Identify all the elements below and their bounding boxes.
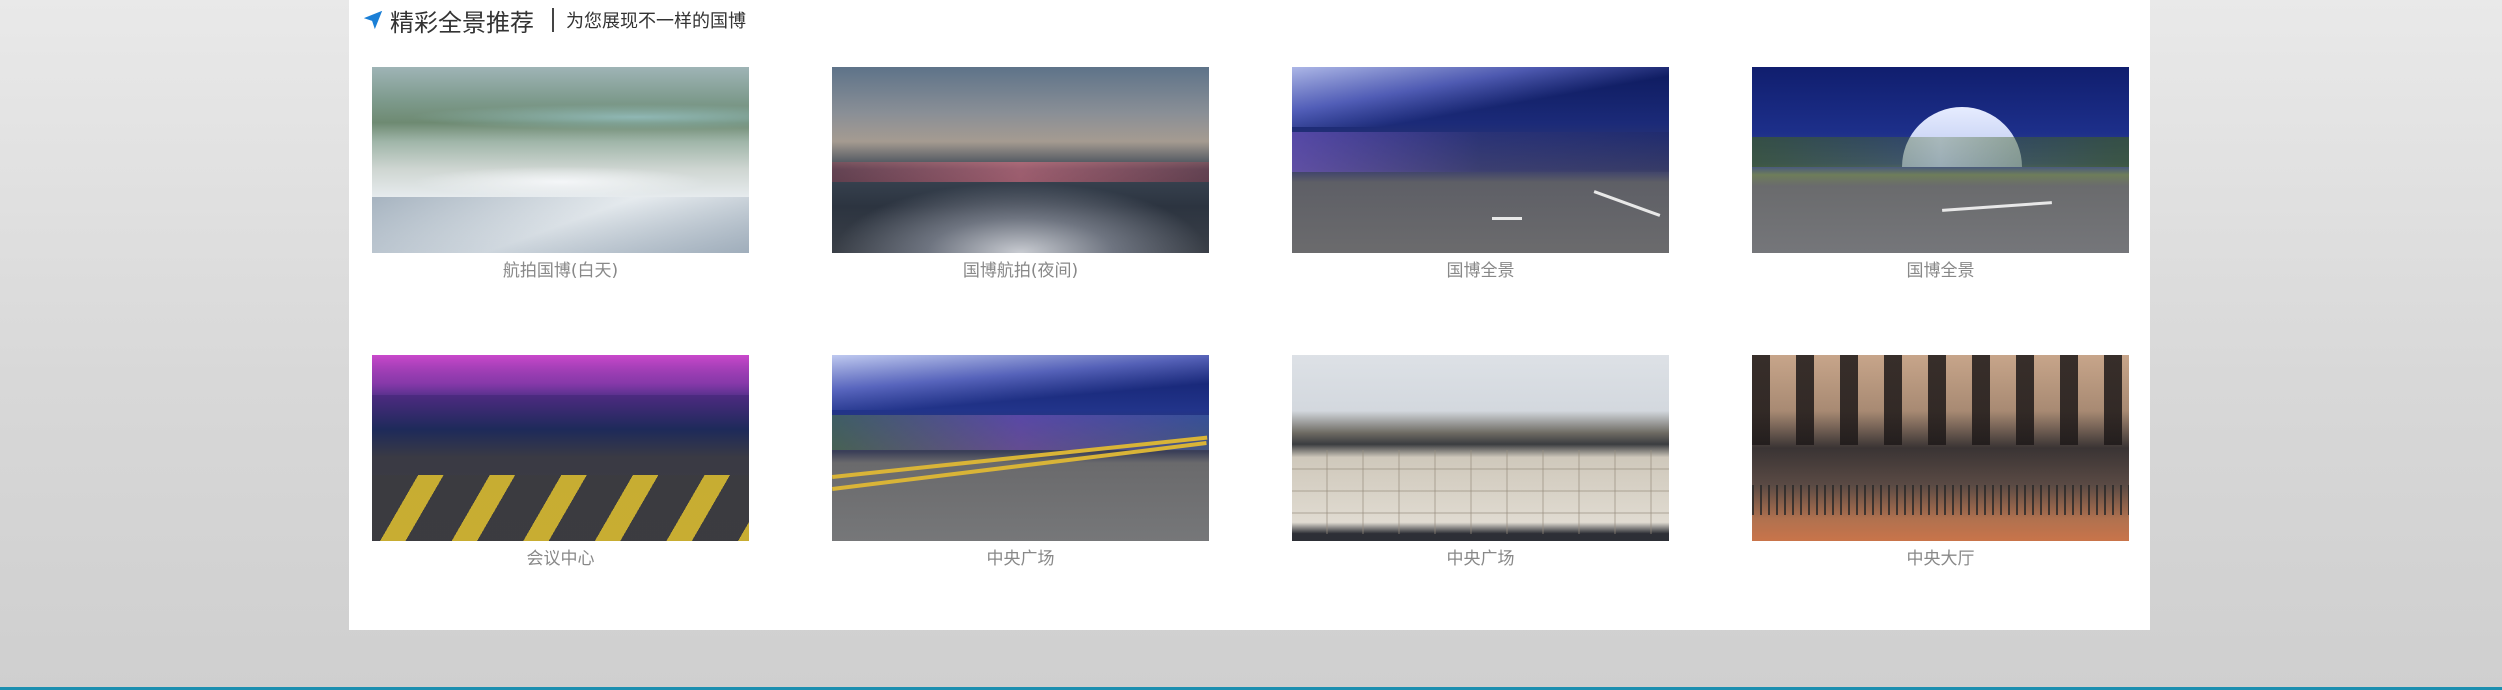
panorama-caption[interactable]: 国博全景 xyxy=(1292,256,1669,281)
panorama-card[interactable]: 会议中心 xyxy=(372,355,749,569)
section-header: 精彩全景推荐 为您展现不一样的国博 xyxy=(362,0,746,40)
panorama-card[interactable]: 中央广场 xyxy=(832,355,1209,569)
navigation-arrow-icon xyxy=(363,10,383,30)
panorama-caption[interactable]: 航拍国博(白天) xyxy=(372,256,749,281)
panorama-caption[interactable]: 中央广场 xyxy=(832,544,1209,569)
panorama-card[interactable]: 中央大厅 xyxy=(1752,355,2129,569)
panorama-thumbnail[interactable] xyxy=(372,355,749,541)
content-panel: 精彩全景推荐 为您展现不一样的国博 航拍国博(白天) 国博航拍(夜间) 国博全景 xyxy=(349,0,2150,630)
panorama-card[interactable]: 中央广场 xyxy=(1292,355,1669,569)
panorama-card[interactable]: 国博航拍(夜间) xyxy=(832,67,1209,281)
panorama-thumbnail[interactable] xyxy=(372,67,749,253)
panorama-card[interactable]: 国博全景 xyxy=(1752,67,2129,281)
header-divider xyxy=(552,8,554,32)
panorama-thumbnail[interactable] xyxy=(1292,355,1669,541)
panorama-card[interactable]: 航拍国博(白天) xyxy=(372,67,749,281)
panorama-thumbnail[interactable] xyxy=(832,355,1209,541)
panorama-caption[interactable]: 国博航拍(夜间) xyxy=(832,256,1209,281)
panorama-caption[interactable]: 中央广场 xyxy=(1292,544,1669,569)
panorama-caption[interactable]: 会议中心 xyxy=(372,544,749,569)
panorama-card[interactable]: 国博全景 xyxy=(1292,67,1669,281)
panorama-thumbnail[interactable] xyxy=(832,67,1209,253)
panorama-caption[interactable]: 国博全景 xyxy=(1752,256,2129,281)
panorama-caption[interactable]: 中央大厅 xyxy=(1752,544,2129,569)
panorama-thumbnail[interactable] xyxy=(1752,67,2129,253)
section-subtitle: 为您展现不一样的国博 xyxy=(566,11,746,32)
panorama-thumbnail[interactable] xyxy=(1292,67,1669,253)
section-title: 精彩全景推荐 xyxy=(390,8,534,37)
panorama-thumbnail[interactable] xyxy=(1752,355,2129,541)
